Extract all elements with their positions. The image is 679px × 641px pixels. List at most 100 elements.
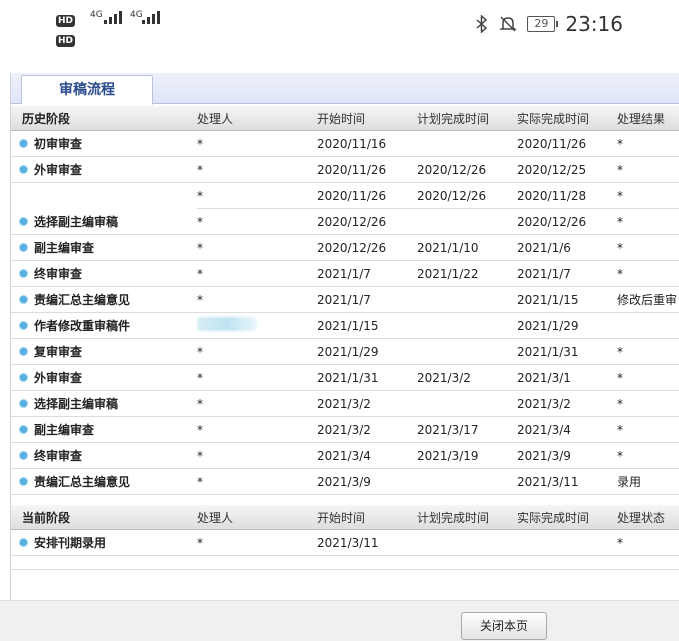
actual-cell: 2020/11/28 xyxy=(517,182,617,209)
bullet-icon xyxy=(19,165,28,174)
actual-cell: 2021/3/9 xyxy=(517,442,617,469)
bullet-icon xyxy=(19,477,28,486)
bottom-bar xyxy=(0,600,679,641)
tab-bar: 审稿流程 xyxy=(11,73,679,105)
actual-cell: 2020/11/26 xyxy=(517,130,617,157)
stage-cell: 初审审查 xyxy=(11,130,197,157)
result-cell: * xyxy=(617,260,679,287)
stage-cell: 外审审查 xyxy=(11,156,197,183)
actual-cell: 2021/3/2 xyxy=(517,390,617,417)
stage-cell: 责编汇总主编意见 xyxy=(11,468,197,495)
planned-cell: 2021/3/17 xyxy=(417,416,517,443)
network-type-2: 4G xyxy=(130,10,143,20)
result-cell: * xyxy=(617,208,679,235)
bullet-icon xyxy=(19,295,28,304)
header-history-stage: 历史阶段 xyxy=(11,106,197,131)
stage-cell: 选择副主编审稿 xyxy=(11,208,197,235)
start-cell: 2020/12/26 xyxy=(317,234,417,261)
start-cell: 2021/1/29 xyxy=(317,338,417,365)
planned-cell xyxy=(417,208,517,235)
bullet-icon xyxy=(19,538,28,547)
stage-label: 终审审查 xyxy=(34,449,83,463)
header-current-stage: 当前阶段 xyxy=(11,505,197,530)
table-row: 复审审查 * 2021/1/29 2021/1/31 * xyxy=(11,338,679,365)
result-cell: 录用 xyxy=(617,468,679,495)
table-row: 安排刊期录用 * 2021/3/11 * xyxy=(11,529,679,556)
result-cell: * xyxy=(617,156,679,183)
handler-cell: * xyxy=(197,468,317,495)
handler-cell: * xyxy=(197,338,317,365)
handler-cell: * xyxy=(197,442,317,469)
start-cell: 2021/3/4 xyxy=(317,442,417,469)
bluetooth-icon xyxy=(476,15,488,33)
actual-cell xyxy=(517,529,617,556)
content-frame: 审稿流程 历史阶段 处理人 开始时间 计划完成时间 实际完成时间 处理结果 初审… xyxy=(10,73,679,600)
status-right: 29 23:16 xyxy=(475,12,623,36)
handler-cell: * xyxy=(197,156,317,183)
history-table: 历史阶段 处理人 开始时间 计划完成时间 实际完成时间 处理结果 初审审查 * 20… xyxy=(11,106,679,495)
bullet-icon xyxy=(19,321,28,330)
current-spacer-row xyxy=(11,555,679,570)
result-cell: * xyxy=(617,234,679,261)
stage-cell: 复审审查 xyxy=(11,338,197,365)
header-start-time: 开始时间 xyxy=(317,106,417,131)
stage-cell: 外审审查 xyxy=(11,364,197,391)
start-cell: 2021/3/11 xyxy=(317,529,417,556)
start-cell: 2021/1/15 xyxy=(317,312,417,339)
hd-badge-1: HD xyxy=(56,15,76,27)
planned-cell xyxy=(417,286,517,313)
stage-cell: 选择副主编审稿 xyxy=(11,390,197,417)
table-row: 副主编审查 * 2020/12/26 2021/1/10 2021/1/6 * xyxy=(11,234,679,261)
stage-label: 外审审查 xyxy=(34,371,83,385)
stage-cell xyxy=(11,183,197,209)
table-row: 责编汇总主编意见 * 2021/3/9 2021/3/11 录用 xyxy=(11,468,679,495)
table-row: 选择副主编审稿 * 2021/3/2 2021/3/2 * xyxy=(11,390,679,417)
planned-cell xyxy=(417,312,517,339)
signal-bars-2-icon xyxy=(142,11,160,24)
bullet-icon xyxy=(19,399,28,408)
header-current-planned: 计划完成时间 xyxy=(417,505,517,530)
result-cell: * xyxy=(617,529,679,556)
header-current-actual: 实际完成时间 xyxy=(517,505,617,530)
stage-cell: 责编汇总主编意见 xyxy=(11,286,197,313)
bullet-icon xyxy=(19,243,28,252)
planned-cell: 2020/12/26 xyxy=(417,182,517,209)
handler-cell: * xyxy=(197,260,317,287)
bullet-icon xyxy=(19,269,28,278)
actual-cell: 2021/1/6 xyxy=(517,234,617,261)
header-current-status: 处理状态 xyxy=(617,505,679,530)
start-cell: 2020/12/26 xyxy=(317,208,417,235)
stage-cell: 副主编审查 xyxy=(11,416,197,443)
stage-label: 责编汇总主编意见 xyxy=(34,475,131,489)
tab-review-process[interactable]: 审稿流程 xyxy=(21,75,153,105)
signal-bars-1-icon xyxy=(104,11,122,24)
stage-label: 责编汇总主编意见 xyxy=(34,293,131,307)
planned-cell: 2021/1/10 xyxy=(417,234,517,261)
actual-cell: 2021/3/1 xyxy=(517,364,617,391)
planned-cell: 2021/3/2 xyxy=(417,364,517,391)
result-cell: * xyxy=(617,416,679,443)
header-planned-time: 计划完成时间 xyxy=(417,106,517,131)
table-row: 选择副主编审稿 * 2020/12/26 2020/12/26 * xyxy=(11,208,679,235)
start-cell: 2021/3/9 xyxy=(317,468,417,495)
handler-cell: * xyxy=(197,390,317,417)
planned-cell xyxy=(417,529,517,556)
handler-cell: * xyxy=(197,130,317,157)
result-cell: * xyxy=(617,130,679,157)
handler-cell: * xyxy=(197,234,317,261)
current-header-row: 当前阶段 处理人 开始时间 计划完成时间 实际完成时间 处理状态 xyxy=(11,505,679,530)
bullet-icon xyxy=(19,216,28,226)
handler-cell: * xyxy=(197,529,317,556)
planned-cell: 2020/12/26 xyxy=(417,156,517,183)
stage-label: 选择副主编审稿 xyxy=(34,214,119,229)
close-page-button[interactable]: 关闭本页 xyxy=(461,612,547,640)
table-row: 作者修改重审稿件 2021/1/15 2021/1/29 xyxy=(11,312,679,339)
actual-cell: 2021/3/4 xyxy=(517,416,617,443)
start-cell: 2021/1/7 xyxy=(317,286,417,313)
network-type-1: 4G xyxy=(90,10,103,20)
clock: 23:16 xyxy=(565,12,623,36)
table-row: 初审审查 * 2020/11/16 2020/11/26 * xyxy=(11,130,679,157)
result-cell: * xyxy=(617,338,679,365)
planned-cell xyxy=(417,468,517,495)
handler-cell: * xyxy=(197,182,317,209)
